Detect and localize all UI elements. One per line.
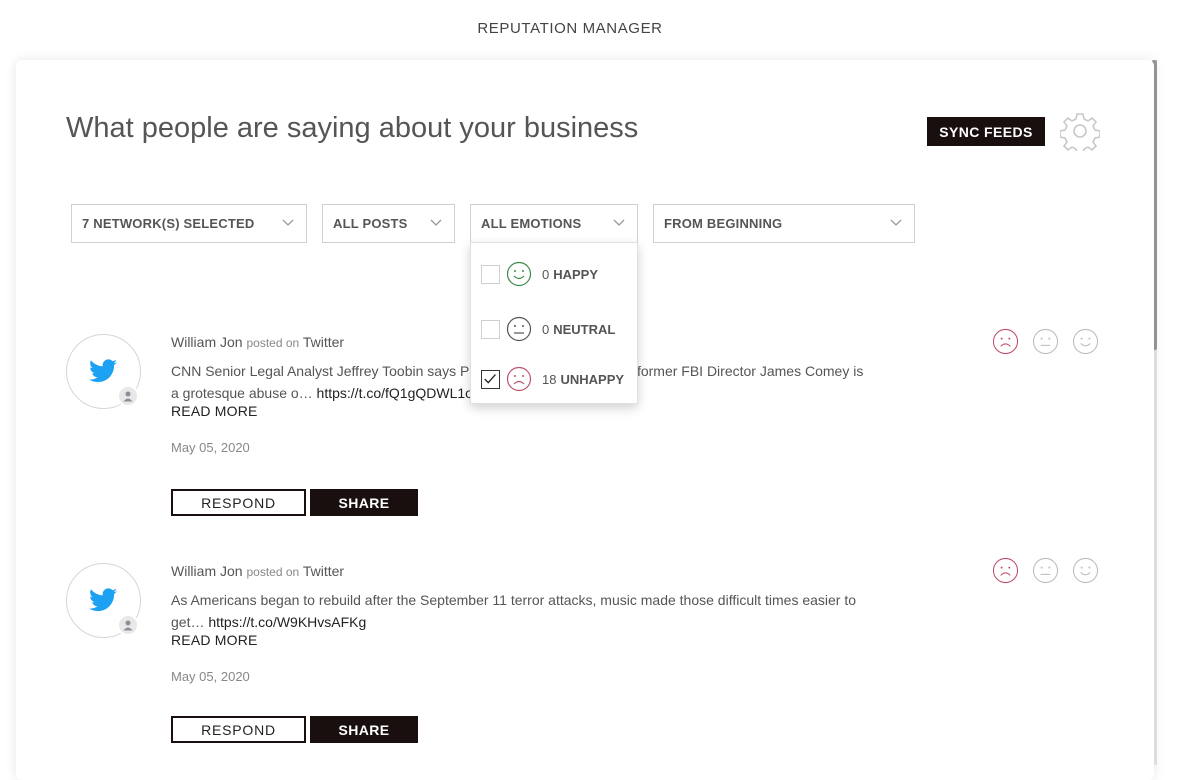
respond-button[interactable]: RESPOND: [171, 489, 306, 516]
date-range-filter-label: FROM BEGINNING: [664, 216, 783, 231]
respond-button[interactable]: RESPOND: [171, 716, 306, 743]
happy-face-icon[interactable]: [1072, 328, 1099, 355]
twitter-icon: [89, 359, 117, 383]
post-author: William Jon: [171, 563, 243, 579]
neutral-checkbox[interactable]: [481, 319, 500, 339]
posted-on-label: posted on: [246, 336, 300, 350]
network-filter-dropdown[interactable]: 7 NETWORK(S) SELECTED: [71, 204, 307, 243]
posts-filter-dropdown[interactable]: ALL POSTS: [322, 204, 455, 243]
posts-filter-label: ALL POSTS: [333, 216, 408, 231]
happy-face-icon: [506, 261, 532, 287]
checkmark-icon: [484, 373, 496, 384]
share-button[interactable]: SHARE: [310, 489, 418, 516]
neutral-face-icon[interactable]: [1032, 557, 1059, 584]
neutral-count: 0: [542, 321, 550, 337]
chevron-down-icon: [890, 219, 902, 226]
happy-checkbox[interactable]: [481, 264, 500, 284]
happy-label: HAPPY: [553, 266, 599, 282]
unhappy-face-icon[interactable]: [992, 557, 1019, 584]
unhappy-face-icon: [506, 366, 532, 392]
neutral-face-icon[interactable]: [1032, 328, 1059, 355]
read-more-link[interactable]: READ MORE: [171, 403, 258, 419]
post-link[interactable]: https://t.co/fQ1gQDWL1o: [317, 385, 473, 401]
settings-gear-icon[interactable]: [1060, 111, 1100, 151]
post-network: Twitter: [302, 563, 345, 579]
neutral-label: NEUTRAL: [553, 321, 616, 337]
unhappy-face-icon[interactable]: [992, 328, 1019, 355]
app-title: REPUTATION MANAGER: [477, 20, 663, 37]
chevron-down-icon: [282, 219, 294, 226]
emotion-selector: [992, 328, 1099, 355]
main-panel: What people are saying about your busine…: [16, 60, 1154, 780]
page-heading: What people are saying about your busine…: [66, 112, 639, 144]
network-filter-label: 7 NETWORK(S) SELECTED: [82, 216, 255, 231]
emotion-selector: [992, 557, 1099, 584]
chevron-down-icon: [613, 219, 625, 226]
happy-face-icon[interactable]: [1072, 557, 1099, 584]
user-badge-icon: [117, 385, 139, 407]
post-date: May 05, 2020: [171, 440, 250, 455]
unhappy-count: 18: [542, 371, 557, 387]
happy-count: 0: [542, 266, 550, 282]
emotions-dropdown-menu: 0 HAPPY 0 NEUTRAL 18 UNHAPPY: [470, 242, 638, 404]
avatar: [66, 563, 141, 638]
emotions-filter-dropdown[interactable]: ALL EMOTIONS: [470, 204, 638, 243]
avatar: [66, 334, 141, 409]
post-author: William Jon: [171, 334, 243, 350]
emotion-option-happy[interactable]: 0 HAPPY: [481, 261, 598, 287]
post-date: May 05, 2020: [171, 669, 250, 684]
post-network: Twitter: [302, 334, 345, 350]
date-range-filter-dropdown[interactable]: FROM BEGINNING: [653, 204, 915, 243]
twitter-icon: [89, 588, 117, 612]
post-meta: William Jon posted on Twitter: [171, 334, 344, 350]
read-more-link[interactable]: READ MORE: [171, 632, 258, 648]
chevron-down-icon: [430, 219, 442, 226]
unhappy-label: UNHAPPY: [560, 371, 625, 387]
emotion-option-neutral[interactable]: 0 NEUTRAL: [481, 316, 615, 342]
neutral-face-icon: [506, 316, 532, 342]
user-badge-icon: [117, 614, 139, 636]
sync-feeds-button[interactable]: SYNC FEEDS: [927, 117, 1045, 146]
share-button[interactable]: SHARE: [310, 716, 418, 743]
post-meta: William Jon posted on Twitter: [171, 563, 344, 579]
post-text: As Americans began to rebuild after the …: [171, 589, 871, 633]
post-link[interactable]: https://t.co/W9KHvsAFKg: [208, 614, 366, 630]
posted-on-label: posted on: [246, 565, 300, 579]
unhappy-checkbox[interactable]: [481, 369, 500, 389]
emotion-option-unhappy[interactable]: 18 UNHAPPY: [481, 366, 624, 392]
emotions-filter-label: ALL EMOTIONS: [481, 216, 582, 231]
